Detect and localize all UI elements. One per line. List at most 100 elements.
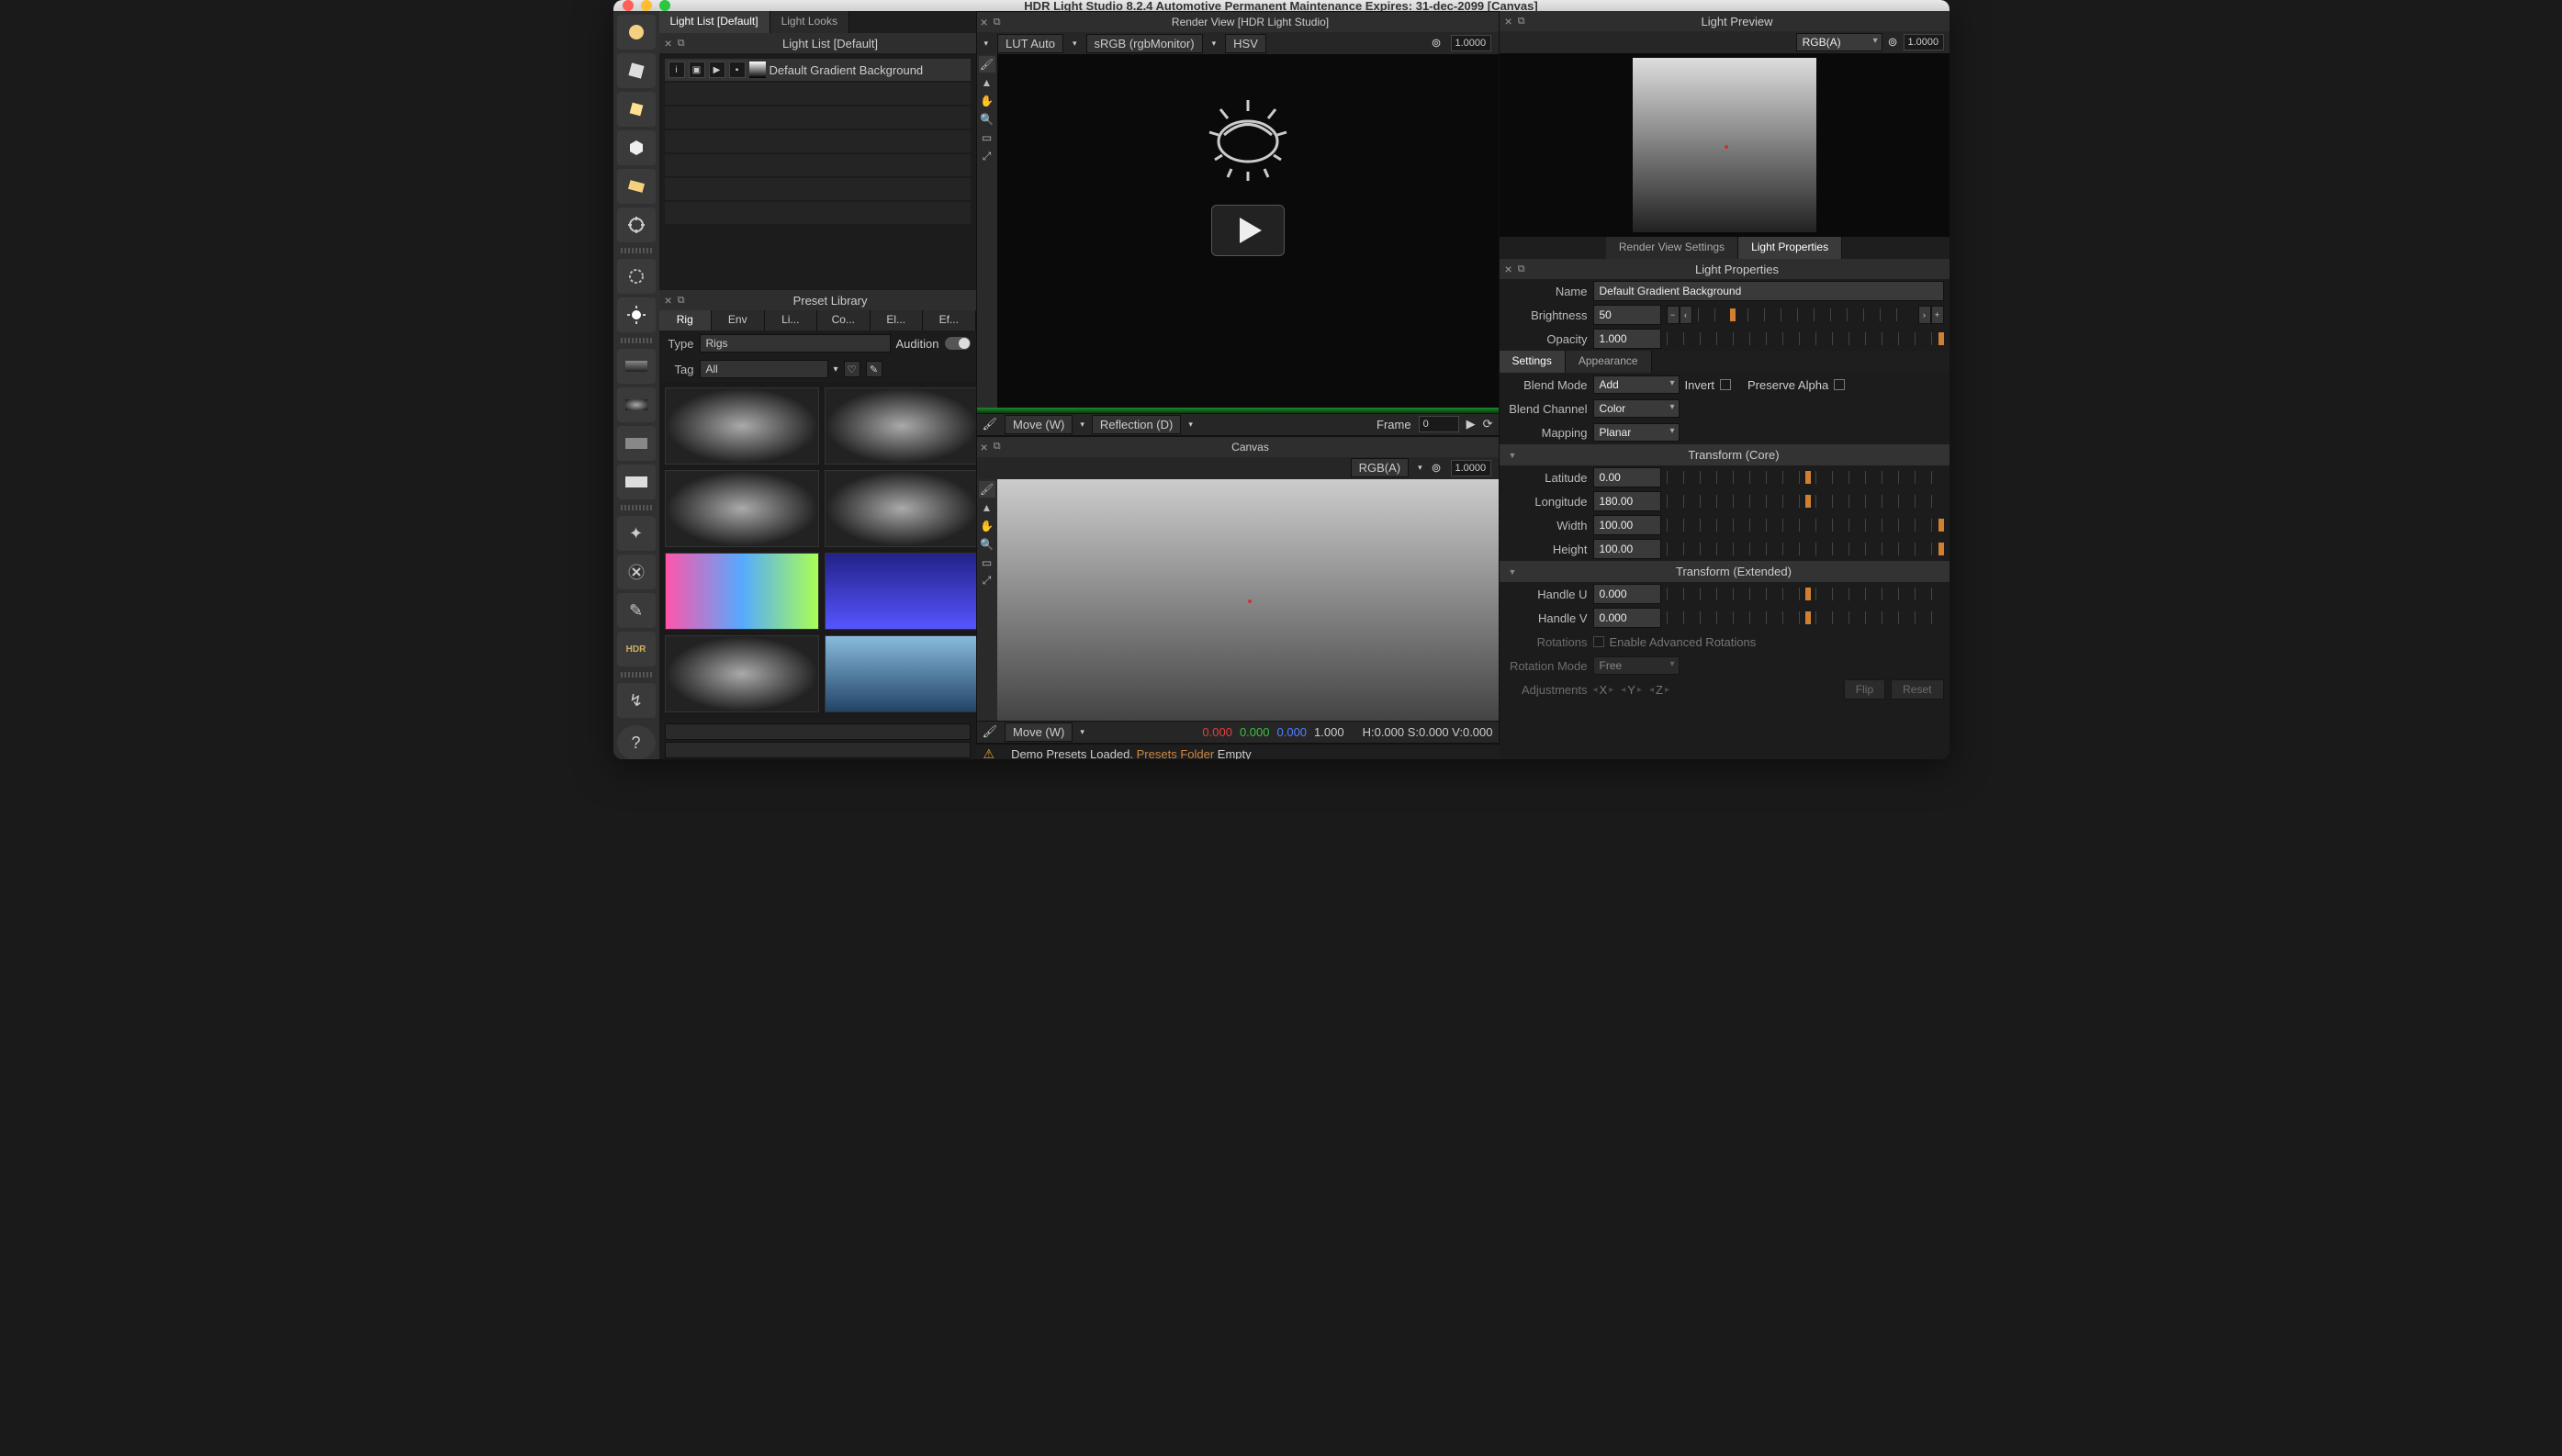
zoom-icon[interactable]: 🔍 xyxy=(979,536,995,553)
height-slider[interactable] xyxy=(1667,543,1944,555)
name-input[interactable] xyxy=(1593,281,1944,301)
handle-dot[interactable] xyxy=(1248,599,1252,603)
longitude-slider[interactable] xyxy=(1667,495,1944,508)
preset-thumb-3-icon[interactable] xyxy=(617,426,656,461)
preview-rgb-select[interactable]: RGB(A) xyxy=(1796,33,1882,51)
preserve-alpha-checkbox[interactable] xyxy=(1834,379,1845,390)
reset-button[interactable]: Reset xyxy=(1891,679,1943,700)
light-panel-icon[interactable] xyxy=(617,169,656,204)
preset-thumb[interactable] xyxy=(825,387,976,465)
popout-icon[interactable]: ⧉ xyxy=(678,38,685,50)
tab-appearance[interactable]: Appearance xyxy=(1566,351,1652,373)
preview-exposure-input[interactable] xyxy=(1904,34,1944,50)
pointer-icon[interactable]: ▲ xyxy=(979,74,995,91)
light-rect-soft-icon[interactable] xyxy=(617,53,656,88)
rgb-select[interactable]: RGB(A) xyxy=(1351,458,1410,477)
preset-thumb[interactable] xyxy=(665,470,819,547)
play-button[interactable] xyxy=(1211,205,1285,256)
lock-icon[interactable]: ▪ xyxy=(729,62,746,78)
hdr-adjust-icon[interactable] xyxy=(617,259,656,294)
hsv-select[interactable]: HSV xyxy=(1225,34,1266,53)
preset-tab-li[interactable]: Li... xyxy=(765,310,818,330)
preset-tab-el[interactable]: El... xyxy=(871,310,924,330)
help-icon[interactable]: ? xyxy=(617,725,656,759)
preset-thumb[interactable] xyxy=(665,387,819,465)
popout-icon[interactable]: ⧉ xyxy=(1518,263,1525,275)
sun-icon[interactable] xyxy=(617,297,656,332)
preview-viewport[interactable] xyxy=(1500,53,1950,237)
hand-icon[interactable]: ✋ xyxy=(979,93,995,109)
close-icon[interactable]: × xyxy=(981,440,988,454)
latitude-input[interactable] xyxy=(1593,467,1661,487)
handleu-input[interactable] xyxy=(1593,584,1661,604)
tag-select[interactable]: All xyxy=(700,360,828,378)
aperture-icon[interactable]: ⊚ xyxy=(1432,36,1442,50)
srgb-select[interactable]: sRGB (rgbMonitor) xyxy=(1086,34,1203,53)
region-icon[interactable]: ▭ xyxy=(979,554,995,571)
tab-settings[interactable]: Settings xyxy=(1500,351,1566,373)
step-up-icon[interactable]: + xyxy=(1931,306,1944,324)
play-icon[interactable]: ▶ xyxy=(1466,417,1476,431)
canvas-exposure-input[interactable] xyxy=(1451,460,1491,476)
opacity-input[interactable] xyxy=(1593,329,1661,349)
maximize-window-button[interactable] xyxy=(659,0,670,11)
preset-thumb[interactable] xyxy=(825,470,976,547)
preset-tab-rig[interactable]: Rig xyxy=(659,310,713,330)
step-down-icon[interactable]: − xyxy=(1667,306,1680,324)
invert-checkbox[interactable] xyxy=(1720,379,1731,390)
fit-icon[interactable]: ⤢ xyxy=(979,148,995,164)
brush-icon[interactable]: 🖌 xyxy=(979,56,995,73)
eyedropper-icon[interactable]: ✎ xyxy=(617,593,656,628)
move-mode[interactable]: Move (W) xyxy=(1005,415,1073,434)
favorite-icon[interactable]: ♡ xyxy=(844,361,860,377)
width-slider[interactable] xyxy=(1667,519,1944,532)
preset-thumb[interactable] xyxy=(665,553,819,630)
blend-mode-select[interactable]: Add xyxy=(1593,375,1680,394)
step-up-small-icon[interactable]: › xyxy=(1918,306,1931,324)
zoom-icon[interactable]: 🔍 xyxy=(979,111,995,128)
preset-thumb[interactable] xyxy=(825,635,976,712)
close-icon[interactable]: × xyxy=(1505,262,1512,276)
close-icon[interactable]: × xyxy=(981,15,988,29)
region-icon[interactable]: ▭ xyxy=(979,129,995,146)
brightness-slider[interactable] xyxy=(1698,308,1913,321)
preset-tab-ef[interactable]: Ef... xyxy=(923,310,976,330)
pointer-icon[interactable]: ▲ xyxy=(979,499,995,516)
exposure-input[interactable] xyxy=(1451,35,1491,51)
preset-tab-env[interactable]: Env xyxy=(712,310,765,330)
canvas-move-mode[interactable]: Move (W) xyxy=(1005,722,1073,742)
canvas-viewport[interactable] xyxy=(997,479,1499,721)
longitude-input[interactable] xyxy=(1593,491,1661,511)
close-window-button[interactable] xyxy=(623,0,634,11)
presets-folder-link[interactable]: Presets Folder xyxy=(1137,747,1215,759)
preset-tab-co[interactable]: Co... xyxy=(817,310,871,330)
preset-thumb[interactable] xyxy=(825,553,976,630)
flip-button[interactable]: Flip xyxy=(1844,679,1885,700)
width-input[interactable] xyxy=(1593,515,1661,535)
section-transform-ext[interactable]: Transform (Extended) xyxy=(1500,561,1950,582)
close-icon[interactable]: × xyxy=(665,36,672,50)
opacity-slider[interactable] xyxy=(1667,332,1944,345)
light-hex-icon[interactable] xyxy=(617,130,656,165)
audition-toggle[interactable] xyxy=(945,337,971,350)
light-list-row[interactable]: i ▣ ▶ ▪ Default Gradient Background xyxy=(665,59,971,81)
handlev-input[interactable] xyxy=(1593,608,1661,628)
popout-icon[interactable]: ⧉ xyxy=(994,17,1001,28)
refresh-icon[interactable]: ⟳ xyxy=(1483,417,1493,431)
mapping-select[interactable]: Planar xyxy=(1593,423,1680,442)
solo-icon[interactable]: ▣ xyxy=(689,62,705,78)
preset-thumb-1-icon[interactable] xyxy=(617,349,656,384)
brush-icon[interactable]: 🖌 xyxy=(979,481,995,498)
wand-icon[interactable]: ✦ xyxy=(617,516,656,551)
misc-icon[interactable]: ↯ xyxy=(617,683,656,718)
frame-input[interactable] xyxy=(1419,416,1459,432)
step-down-small-icon[interactable]: ‹ xyxy=(1680,306,1692,324)
tab-light-looks[interactable]: Light Looks xyxy=(770,11,849,33)
delete-icon[interactable] xyxy=(617,554,656,589)
lut-select[interactable]: LUT Auto xyxy=(997,34,1063,53)
tab-light-list[interactable]: Light List [Default] xyxy=(659,11,770,33)
latitude-slider[interactable] xyxy=(1667,471,1944,484)
preset-path-2[interactable] xyxy=(665,742,971,758)
preset-thumb[interactable] xyxy=(665,635,819,712)
brightness-input[interactable] xyxy=(1593,305,1661,325)
